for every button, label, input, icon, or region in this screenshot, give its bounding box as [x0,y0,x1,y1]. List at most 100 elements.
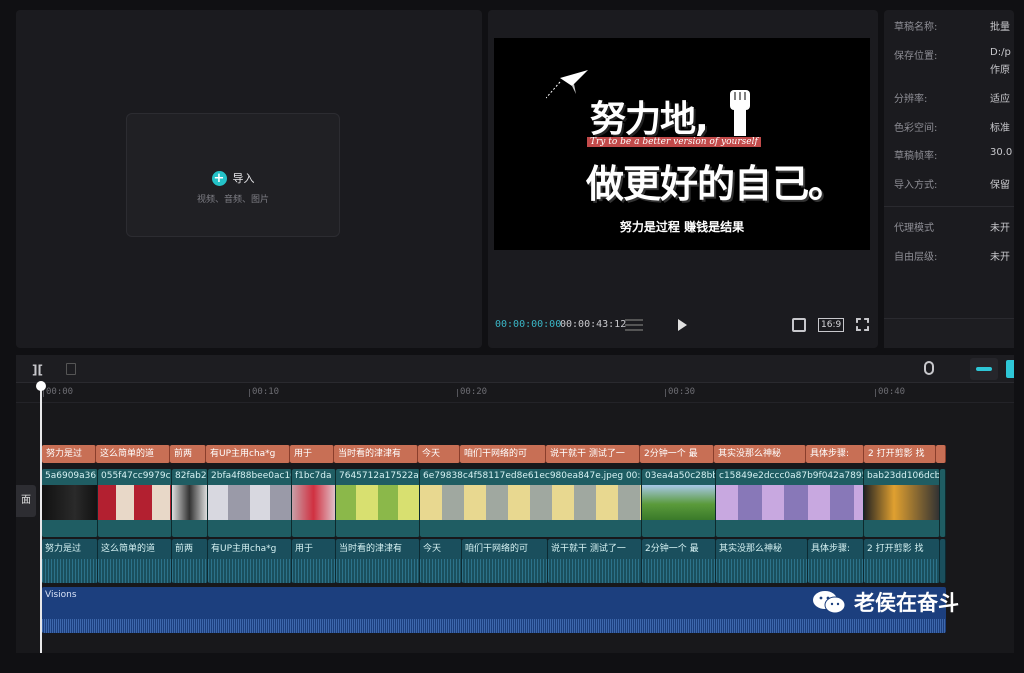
video-preview[interactable]: 努力地, Try to be a better version of yours… [494,38,870,250]
video-clip-label: c15849e2dccc0a87b9f042a7895 [719,471,864,481]
text-clip[interactable]: 这么简单的道 [96,445,170,463]
video-clip[interactable]: c15849e2dccc0a87b9f042a7895 [716,469,864,537]
video-clip[interactable] [940,469,946,537]
audio-clip[interactable]: 2分钟一个 最 [642,539,716,583]
audio-clip[interactable]: 前两 [172,539,208,583]
audio-clip[interactable]: 当时看的津津有 [336,539,420,583]
play-icon[interactable] [678,319,687,331]
prop-value: 未开 [990,252,1010,263]
audio-clip[interactable]: 今天 [420,539,462,583]
video-clip[interactable]: 2bfa4f88bee0ac16 [208,469,292,537]
text-clip[interactable]: 当时看的津津有 [334,445,418,463]
waveform [642,559,715,583]
waveform [42,619,946,633]
props-divider [884,206,1014,207]
prop-value: 保留 [990,180,1010,191]
scan-icon[interactable] [792,318,806,332]
music-track[interactable]: Visions [42,587,946,633]
text-clip[interactable]: 具体步骤: [806,445,864,463]
video-thumbnail [336,485,419,520]
video-thumbnail [716,485,863,520]
ratio-button[interactable]: 16:9 [818,318,845,332]
video-thumbnail [98,485,171,520]
video-clip[interactable]: 82fab2 [172,469,208,537]
audio-clip[interactable]: 具体步骤: [808,539,864,583]
audio-clip[interactable]: 用于 [292,539,336,583]
audio-clip-label: 说干就干 测试了一 [551,544,626,554]
audio-clip-label: 努力是过 [45,544,82,554]
video-clip[interactable]: bab23dd106dcbb [864,469,940,537]
import-button[interactable]: + 导入 视频、音频、图片 [126,113,340,237]
prop-value: 批量 [990,22,1010,33]
video-clip-label: 5a6909a36 [45,471,97,481]
video-subtitle: Try to be a better version of yourself [587,137,761,147]
video-thumbnail [420,485,641,520]
audio-clip[interactable]: 说干就干 测试了一 [548,539,642,583]
audio-clip[interactable]: 努力是过 [42,539,98,583]
video-clip[interactable]: 7645712a17522a2 [336,469,420,537]
prop-value: 适应 [990,94,1010,105]
player-controls: 00:00:00:00 00:00:43:12 16:9 [488,310,878,336]
text-clip[interactable]: 前两 [170,445,206,463]
text-clip[interactable]: 努力是过 [42,445,96,463]
audio-clip[interactable]: 咱们干网络的可 [462,539,548,583]
waveform [98,559,171,583]
link-toggle-button[interactable] [970,358,998,380]
fullscreen-icon[interactable] [856,318,869,331]
video-clip[interactable]: 055f47cc9979c [98,469,172,537]
import-hint: 视频、音频、图片 [196,195,269,205]
props-footer [884,318,1014,348]
draft-properties-panel: 草稿名称: 批量 保存位置: D:/p 作原 分辨率: 适应 色彩空间: 标准 … [884,10,1014,348]
wechat-icon [813,591,846,614]
prop-value: 作原 [990,65,1010,76]
video-clip[interactable]: 5a6909a36 [42,469,98,537]
prop-label: 色彩空间: [894,123,938,134]
fist-icon [730,90,750,136]
text-clip[interactable]: 今天 [418,445,460,463]
waveform [172,559,207,583]
video-clip[interactable]: f1bc7da [292,469,336,537]
audio-clip[interactable] [940,539,946,583]
time-ruler[interactable]: 00:00 00:10 00:20 00:30 00:40 [16,383,1014,403]
video-clip[interactable]: 6e79838c4f58117ed8e61ec980ea847e.jpeg 00… [420,469,642,537]
snap-toggle-button[interactable] [1006,360,1014,378]
prop-label: 草稿名称: [894,22,938,33]
text-clip[interactable]: 用于 [290,445,334,463]
text-clip[interactable]: 说干就干 测试了一 [546,445,640,463]
video-thumbnail [864,485,939,520]
paper-plane-icon [546,70,588,99]
ruler-tick: 00:30 [664,387,696,397]
ruler-tick: 00:40 [874,387,906,397]
audio-clip-label: 2 打开剪影 找 [867,544,924,554]
waveform [208,559,291,583]
video-thumbnail [42,485,97,520]
text-clip[interactable]: 2 打开剪影 找 [864,445,936,463]
audio-clip[interactable]: 2 打开剪影 找 [864,539,940,583]
video-caption: 努力是过程 赚钱是结果 [619,220,745,234]
cover-button[interactable]: 面 [16,485,36,517]
text-clip[interactable]: 有UP主用cha*g [206,445,290,463]
trash-icon[interactable] [66,363,76,375]
playhead[interactable] [36,381,46,653]
video-clip[interactable]: 03ea4a50c28bb [642,469,716,537]
prop-label: 草稿帧率: [894,151,938,162]
text-clip[interactable]: 咱们干网络的可 [460,445,546,463]
video-clip-label: 7645712a17522a2 [339,471,420,481]
audio-clip[interactable]: 其实没那么神秘 [716,539,808,583]
list-icon[interactable] [625,319,643,331]
microphone-icon[interactable] [924,361,934,375]
text-clip[interactable]: 2分钟一个 最 [640,445,714,463]
media-panel: + 导入 视频、音频、图片 [16,10,482,348]
audio-clip-label: 今天 [423,544,442,554]
audio-clip[interactable]: 有UP主用cha*g [208,539,292,583]
text-clip[interactable] [936,445,946,463]
text-clip[interactable]: 其实没那么神秘 [714,445,806,463]
audio-clip[interactable]: 这么简单的道 [98,539,172,583]
waveform [42,559,97,583]
waveform [292,559,335,583]
video-clip-label: bab23dd106dcbb [867,471,940,481]
prop-value: D:/p [990,47,1011,58]
prop-value: 标准 [990,123,1010,134]
split-icon[interactable]: ][ [32,363,43,377]
waveform [716,559,807,583]
